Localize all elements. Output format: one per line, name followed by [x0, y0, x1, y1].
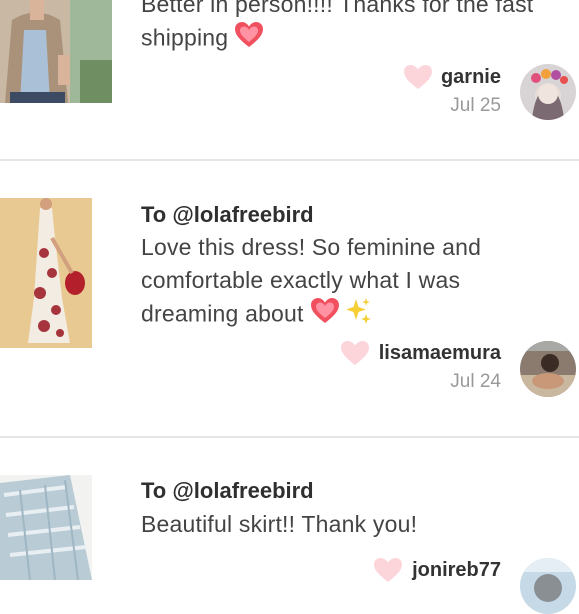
review-text: Better in person!!!! Thanks for the fast… [141, 0, 541, 58]
product-thumbnail[interactable] [0, 0, 112, 103]
heart-emoji [234, 21, 264, 58]
avatar[interactable] [520, 341, 576, 397]
review-item: To @lolafreebird Love this dress! So fem… [0, 161, 579, 437]
review-date: Jul 25 [450, 95, 501, 116]
sparkles-emoji [344, 297, 372, 334]
avatar[interactable] [520, 64, 576, 120]
review-text: Love this dress! So feminine and comfort… [141, 231, 541, 334]
reviewer-name[interactable]: lisamaemura [379, 342, 501, 365]
reviewer-name[interactable]: garnie [441, 66, 501, 89]
review-text: Beautiful skirt!! Thank you! [141, 511, 418, 537]
avatar[interactable] [520, 558, 576, 614]
like-heart-icon[interactable] [340, 340, 370, 371]
recipient-line[interactable]: To @lolafreebird [141, 478, 314, 504]
recipient-line[interactable]: To @lolafreebird [141, 202, 314, 228]
reviewer-name[interactable]: jonireb77 [412, 559, 501, 582]
heart-emoji [310, 297, 340, 334]
review-date: Jul 24 [450, 371, 501, 392]
review-item: Better in person!!!! Thanks for the fast… [0, 0, 579, 160]
like-heart-icon[interactable] [373, 557, 403, 588]
product-thumbnail[interactable] [0, 475, 92, 580]
review-item: To @lolafreebird Beautiful skirt!! Thank… [0, 438, 579, 614]
like-heart-icon[interactable] [403, 64, 433, 95]
product-thumbnail[interactable] [0, 198, 92, 348]
